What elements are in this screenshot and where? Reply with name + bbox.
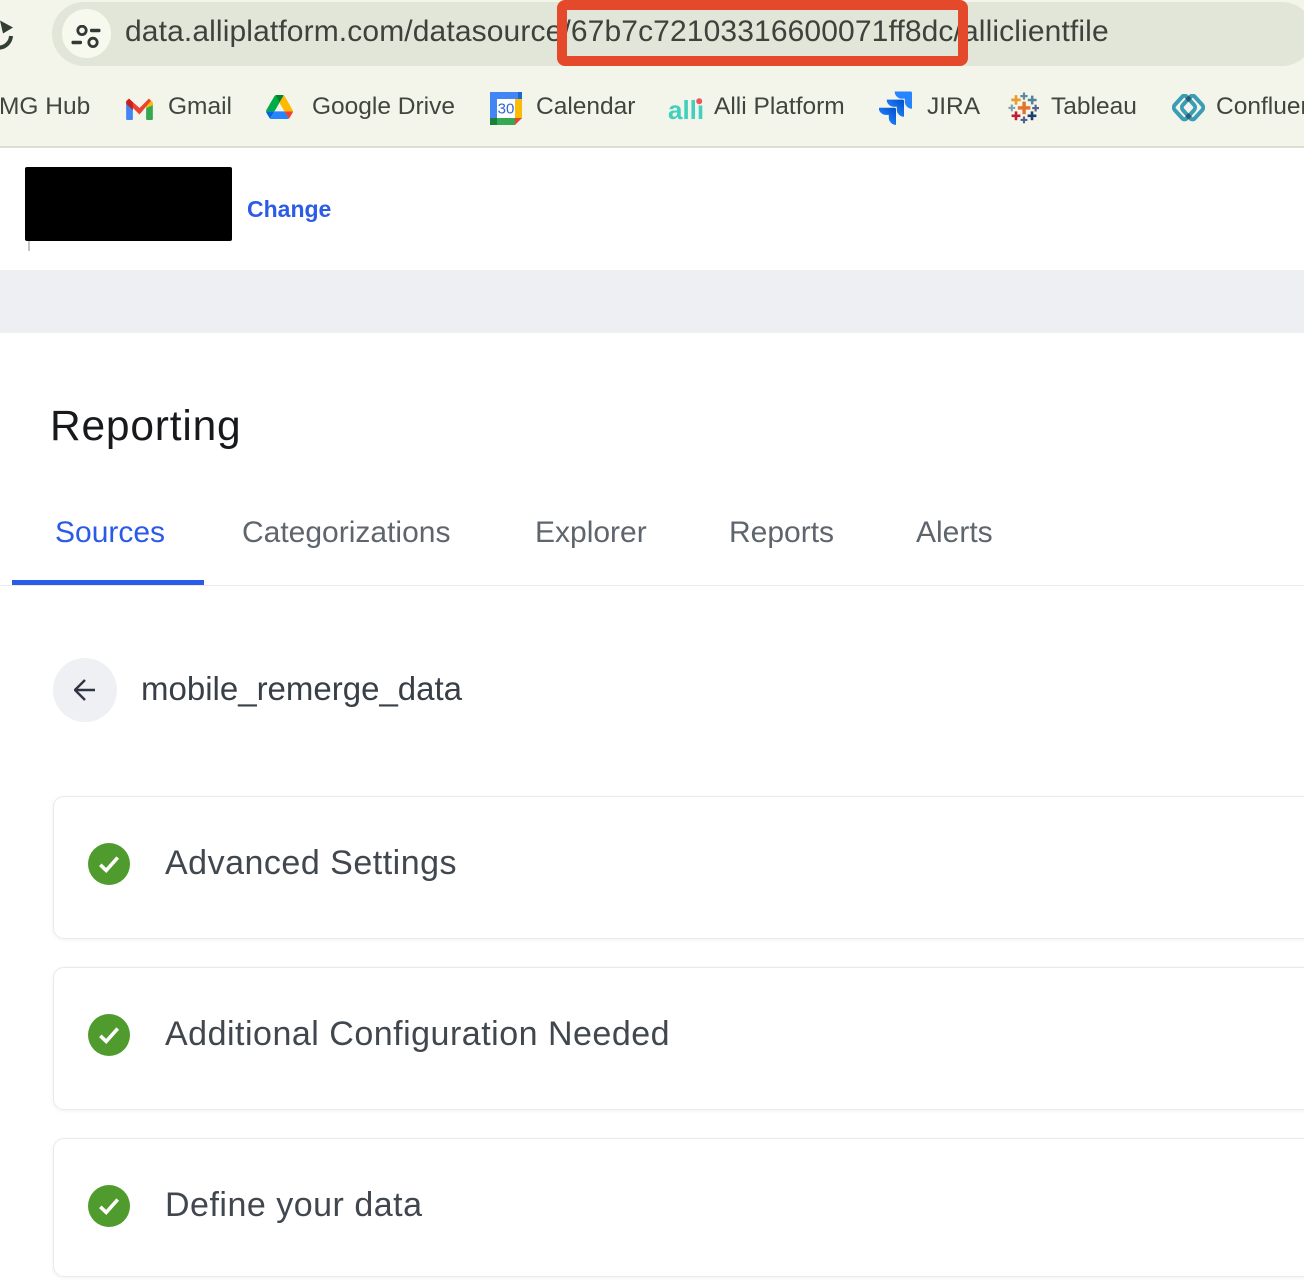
svg-text:30: 30 [498, 100, 515, 117]
